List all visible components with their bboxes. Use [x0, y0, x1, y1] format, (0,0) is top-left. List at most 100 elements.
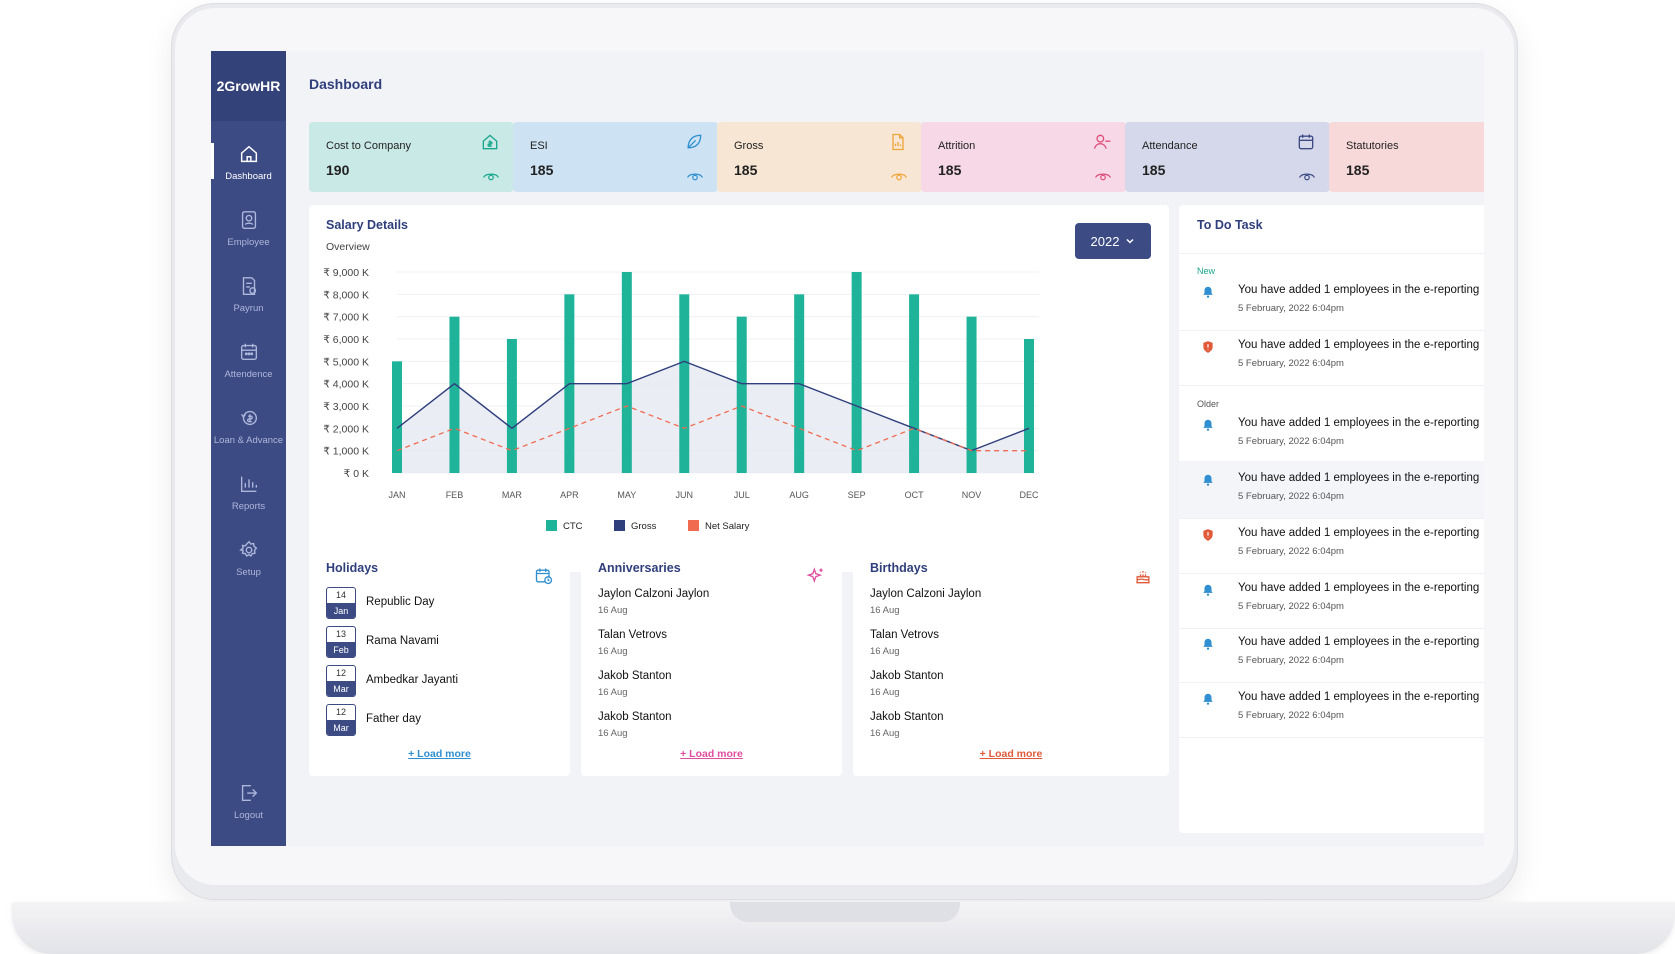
x-tick-label: NOV: [962, 490, 982, 500]
sidebar-item-dashboard[interactable]: Dashboard: [211, 129, 286, 195]
ctc-bar: [506, 339, 517, 473]
x-tick-label: JUN: [676, 490, 694, 500]
leaf-icon: [687, 134, 702, 149]
stat-label: Statutories: [1346, 140, 1399, 152]
todo-item[interactable]: You have added 1 employees in the e-repo…: [1179, 406, 1484, 464]
birthday-item: Talan Vetrovs 16 Aug: [870, 629, 939, 657]
gear-icon: [238, 540, 257, 557]
bell-icon: [1203, 584, 1213, 596]
main-content: Dashboard Cost to Company 190 ESI 185 Gross 1…: [286, 51, 1484, 846]
sidebar-item-reports[interactable]: Reports: [211, 459, 286, 525]
eye-icon[interactable]: [686, 169, 704, 183]
y-tick-label: ₹ 7,000 K: [323, 312, 369, 324]
legend-swatch: [546, 520, 557, 531]
eye-icon[interactable]: [1298, 169, 1316, 183]
birthday-item: Jakob Stanton 16 Aug: [870, 711, 944, 739]
x-tick-label: AUG: [789, 490, 809, 500]
eye-icon[interactable]: [890, 169, 908, 183]
sidebar-item-label: Payrun: [233, 302, 264, 314]
x-tick-label: DEC: [1019, 490, 1039, 500]
stat-card-attrition[interactable]: Attrition 185: [921, 122, 1126, 192]
person-date: 16 Aug: [870, 646, 900, 657]
person-name: Jakob Stanton: [870, 670, 944, 682]
stat-card-esi[interactable]: ESI 185: [513, 122, 718, 192]
anniversarie-item: Jaylon Calzoni Jaylon 16 Aug: [598, 588, 709, 616]
anniversaries-card: Anniversaries Jaylon Calzoni Jaylon 16 Au…: [581, 548, 842, 776]
sidebar-item-payrun[interactable]: Payrun: [211, 261, 286, 327]
person-date: 16 Aug: [598, 687, 628, 698]
bar-chart-icon: [240, 476, 257, 492]
anniversaries-title: Anniversaries: [598, 561, 681, 575]
todo-text: You have added 1 employees in the e-repo…: [1238, 417, 1480, 429]
eye-icon[interactable]: [482, 169, 500, 183]
todo-item[interactable]: You have added 1 employees in the e-repo…: [1179, 273, 1484, 331]
holiday-day: 12: [335, 668, 346, 678]
stat-card-gross[interactable]: Gross 185: [717, 122, 922, 192]
stat-card-statutories[interactable]: Statutories 185: [1329, 122, 1484, 192]
bell-icon: [1203, 638, 1213, 650]
stat-label: Attrition: [938, 140, 976, 152]
ctc-bar: [621, 272, 632, 473]
anniversarie-item: Talan Vetrovs 16 Aug: [598, 629, 667, 657]
holiday-day: 14: [335, 590, 346, 600]
todo-item[interactable]: You have added 1 employees in the e-repo…: [1179, 516, 1484, 574]
payroll-icon: [242, 276, 256, 295]
salary-chart: ₹ 9,000 K ₹ 8,000 K ₹ 7,000 K ₹ 6,000 K ₹ 5,…: [323, 267, 1039, 532]
todo-title: To Do Task: [1197, 218, 1263, 232]
holiday-name: Republic Day: [366, 596, 435, 608]
todo-text: You have added 1 employees in the e-repo…: [1238, 636, 1480, 648]
anniversaries-load-more[interactable]: + Load more: [581, 748, 842, 760]
logout-button[interactable]: Logout: [211, 768, 286, 834]
calendar-icon: [240, 343, 257, 360]
calendar-badge: 13 Feb: [326, 626, 356, 658]
todo-item[interactable]: You have added 1 employees in the e-repo…: [1179, 571, 1484, 629]
sidebar-item-label: Loan & Advance: [213, 434, 284, 446]
holidays-card: Holidays 14 Jan Republic Day 13 Feb Rama Nava…: [309, 548, 570, 776]
stat-card-cost-to-company[interactable]: Cost to Company 190: [309, 122, 514, 192]
eye-icon[interactable]: [1094, 169, 1112, 183]
sidebar-item-attendence[interactable]: Attendence: [211, 327, 286, 393]
todo-date: 5 February, 2022 6:04pm: [1238, 358, 1344, 369]
holidays-load-more[interactable]: + Load more: [309, 748, 570, 760]
y-tick-label: ₹ 0 K: [344, 468, 369, 480]
sidebar-item-loan-advance[interactable]: Loan & Advance: [211, 393, 286, 459]
todo-item[interactable]: You have added 1 employees in the e-repo…: [1179, 461, 1484, 519]
stat-value: 185: [1346, 162, 1370, 178]
sidebar-item-label: Employee: [227, 236, 270, 248]
sidebar-item-label: Setup: [236, 566, 261, 578]
y-tick-label: ₹ 3,000 K: [323, 401, 369, 413]
todo-text: You have added 1 employees in the e-repo…: [1238, 472, 1480, 484]
bell-icon: [1203, 474, 1213, 486]
x-tick-label: MAR: [502, 490, 522, 500]
alert-shield-icon: [1203, 341, 1213, 353]
bell-icon: [1203, 286, 1213, 298]
person-date: 16 Aug: [870, 687, 900, 698]
ctc-bar: [736, 316, 747, 473]
calendar-badge: 12 Mar: [326, 704, 356, 736]
todo-date: 5 February, 2022 6:04pm: [1238, 655, 1344, 666]
legend-label: Net Salary: [705, 521, 750, 532]
stat-value: 190: [326, 162, 350, 178]
user-minus-icon: [1093, 134, 1111, 149]
todo-text: You have added 1 employees in the e-repo…: [1238, 691, 1480, 703]
x-tick-label: SEP: [848, 490, 866, 500]
logout-icon: [241, 784, 257, 801]
cake-icon: [1136, 571, 1150, 584]
app-logo[interactable]: 2GrowHR: [211, 51, 286, 121]
todo-item[interactable]: You have added 1 employees in the e-repo…: [1179, 328, 1484, 386]
birthdays-load-more[interactable]: + Load more: [853, 748, 1169, 760]
todo-item[interactable]: You have added 1 employees in the e-repo…: [1179, 625, 1484, 683]
bell-icon: [1203, 693, 1213, 705]
stat-card-attendance[interactable]: Attendance 185: [1125, 122, 1330, 192]
todo-item[interactable]: You have added 1 employees in the e-repo…: [1179, 680, 1484, 738]
todo-text: You have added 1 employees in the e-repo…: [1238, 527, 1480, 539]
birthday-item: Jaylon Calzoni Jaylon 16 Aug: [870, 588, 981, 616]
sidebar-item-setup[interactable]: Setup: [211, 525, 286, 591]
holiday-name: Ambedkar Jayanti: [366, 674, 459, 686]
birthday-item: Jakob Stanton 16 Aug: [870, 670, 944, 698]
person-name: Talan Vetrovs: [598, 629, 668, 641]
x-tick-label: MAY: [617, 490, 636, 500]
sidebar-item-employee[interactable]: Employee: [211, 195, 286, 261]
x-tick-label: JAN: [388, 490, 405, 500]
birthdays-title: Birthdays: [870, 561, 928, 575]
